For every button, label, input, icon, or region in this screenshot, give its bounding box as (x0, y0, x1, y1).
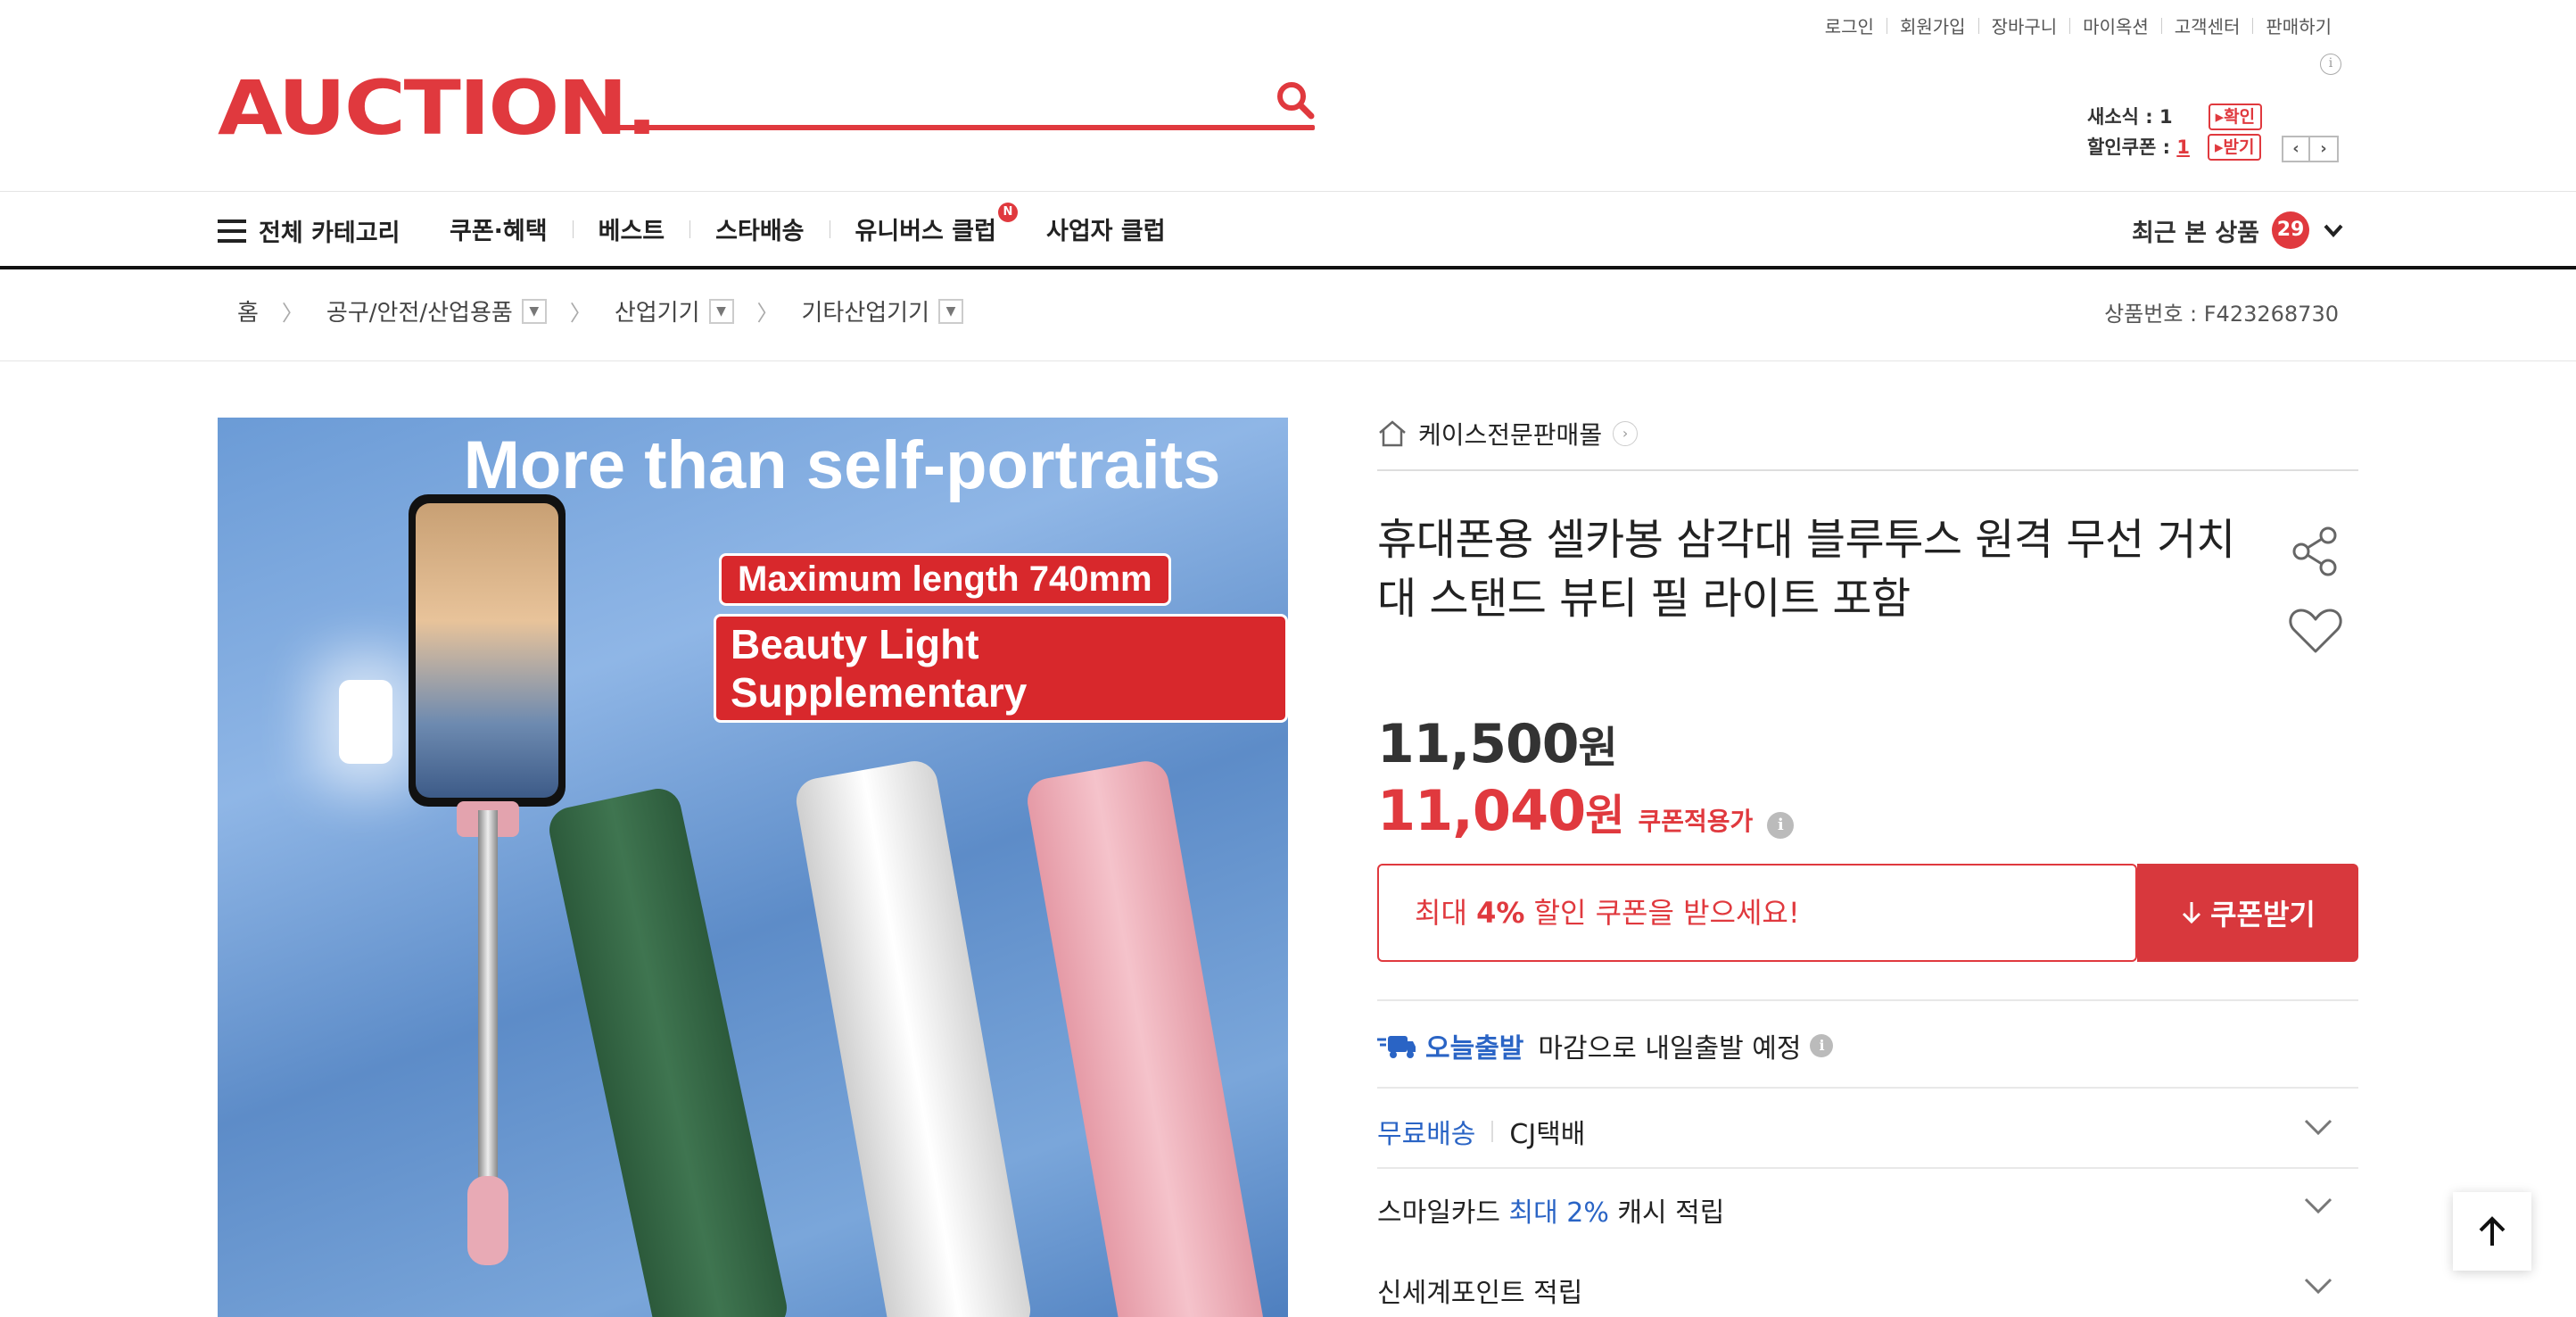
courier-name: CJ택배 (1509, 1119, 1586, 1150)
shop-name: 케이스전문판매몰 (1418, 420, 1603, 450)
smile-card-text: 스마일카드 최대 2% 캐시 적립 (1377, 1197, 1725, 1229)
breadcrumb: 홈 〉 공구/안전/산업용품 ▼ 〉 산업기기 ▼ 〉 기타산업기기 ▼ (237, 294, 964, 327)
cart-link[interactable]: 장바구니 (1979, 12, 2070, 38)
download-icon (2183, 902, 2201, 924)
image-headline: More than self-portraits (463, 427, 1221, 503)
smile-card-row[interactable]: 스마일카드 최대 2% 캐시 적립 (1377, 1190, 2358, 1230)
info-icon[interactable]: i (1767, 812, 1795, 839)
breadcrumb-home[interactable]: 홈 (237, 294, 259, 327)
news-row: 새소식 : 1 ▸확인 (2087, 102, 2263, 132)
pink-selfie-stick (1023, 758, 1267, 1317)
nav-item-coupon[interactable]: 쿠폰·혜택 (450, 211, 573, 246)
white-selfie-stick (792, 758, 1035, 1317)
nav-item-universe-club[interactable]: 유니버스 클럽 N (830, 203, 1021, 246)
shop-link[interactable]: 케이스전문판매몰 › (1377, 416, 1639, 451)
coupon-applied-label: 쿠폰적용가 (1638, 807, 1754, 836)
tripod-joint (467, 1176, 508, 1265)
arrow-up-icon (2479, 1216, 2506, 1246)
nav-menu: 쿠폰·혜택 베스트 스타배송 유니버스 클럽 N 사업자 클럽 (450, 203, 1191, 246)
nav-item-best[interactable]: 베스트 (574, 211, 690, 246)
recent-label: 최근 본 상품 (2132, 219, 2259, 247)
divider (1377, 469, 2358, 471)
customer-center-link[interactable]: 고객센터 (2162, 12, 2253, 38)
shinsegae-point-row[interactable]: 신세계포인트 적립 (1377, 1271, 2358, 1310)
heart-icon[interactable] (2287, 603, 2344, 657)
auction-logo[interactable]: AUCTION. (218, 68, 657, 148)
search-icon[interactable] (1274, 79, 1317, 121)
selfie-pole (478, 810, 498, 1238)
info-icon[interactable]: i (2320, 54, 2341, 75)
next-arrow-icon[interactable]: › (2310, 136, 2339, 162)
chevron-right-icon: 〉 (756, 301, 779, 326)
notification-box: 새소식 : 1 ▸확인 할인쿠폰 : 1 ▸받기 (2087, 102, 2263, 162)
product-image[interactable]: More than self-portraits Maximum length … (218, 418, 1288, 1317)
divider (0, 360, 2576, 361)
utility-links: 로그인 회원가입 장바구니 마이옥션 고객센터 판매하기 (1812, 12, 2344, 38)
chevron-down-icon (2324, 224, 2343, 237)
coupon-receive-button[interactable]: ▸받기 (2207, 134, 2262, 161)
truck-icon (1377, 1036, 1416, 1058)
chevron-down-icon (2304, 1197, 2332, 1214)
coupon-download-button[interactable]: 쿠폰받기 (2137, 864, 2358, 962)
phone-illustration (409, 494, 566, 807)
sell-link[interactable]: 판매하기 (2253, 12, 2344, 38)
sale-price: 11,040원 쿠폰적용가 i (1377, 778, 1795, 843)
chevron-down-icon (2304, 1278, 2332, 1295)
hamburger-icon (218, 219, 246, 243)
chevron-down-icon[interactable]: ▼ (708, 298, 734, 324)
all-category-label: 전체 카테고리 (259, 220, 400, 247)
shinsegae-point-text: 신세계포인트 적립 (1377, 1278, 1583, 1309)
news-confirm-button[interactable]: ▸확인 (2208, 104, 2263, 130)
scroll-to-top-button[interactable] (2453, 1192, 2531, 1271)
recent-count-badge: 29 (2272, 211, 2309, 249)
divider (1491, 1121, 1494, 1142)
free-shipping-label: 무료배송 (1377, 1119, 1476, 1150)
sale-price-value: 11,040원 (1377, 778, 1624, 843)
product-number: 상품번호 : F423268730 (2104, 302, 2339, 327)
nav-item-star-delivery[interactable]: 스타배송 (690, 211, 829, 246)
my-auction-link[interactable]: 마이옥션 (2070, 12, 2161, 38)
coupon-row: 할인쿠폰 : 1 ▸받기 (2087, 132, 2262, 162)
coupon-message: 최대 4% 할인 쿠폰을 받으세요! (1377, 864, 2137, 962)
breadcrumb-level-1[interactable]: 공구/안전/산업용품 (326, 294, 513, 327)
breadcrumb-level-2[interactable]: 산업기기 (615, 294, 700, 327)
share-icon[interactable] (2287, 525, 2344, 578)
chevron-down-icon (2304, 1119, 2332, 1136)
breadcrumb-level-3[interactable]: 기타산업기기 (802, 294, 930, 327)
today-delivery-text: 마감으로 내일출발 예정 (1538, 1033, 1802, 1064)
info-icon[interactable]: i (1810, 1034, 1834, 1057)
today-delivery-label: 오늘출발 (1425, 1033, 1524, 1064)
coupon-label: 할인쿠폰 : 1 (2087, 137, 2190, 158)
chevron-down-icon[interactable]: ▼ (938, 298, 964, 324)
image-pill-light: Beauty Light Supplementary (714, 614, 1288, 723)
main-nav: 전체 카테고리 쿠폰·혜택 베스트 스타배송 유니버스 클럽 N 사업자 클럽 최… (0, 191, 2576, 269)
news-pager: ‹ › (2282, 136, 2339, 162)
all-category-button[interactable]: 전체 카테고리 (218, 213, 400, 248)
news-label: 새소식 : 1 (2087, 106, 2173, 128)
recent-products-button[interactable]: 최근 본 상품 29 (2132, 211, 2345, 249)
divider (1377, 1087, 2358, 1089)
home-icon (1379, 420, 1406, 447)
product-title: 휴대폰용 셀카봉 삼각대 블루투스 원격 무선 거치대 스탠드 뷰티 필 라이트… (1377, 515, 2235, 624)
original-price: 11,500원 (1377, 713, 1618, 775)
beauty-light (339, 680, 392, 764)
new-badge: N (997, 203, 1018, 222)
shipping-row[interactable]: 무료배송 CJ택배 (1377, 1112, 2358, 1151)
today-delivery-row: 오늘출발 마감으로 내일출발 예정 i (1377, 1026, 2358, 1065)
chevron-right-icon: 〉 (281, 301, 303, 326)
signup-link[interactable]: 회원가입 (1887, 12, 1978, 38)
green-selfie-stick (545, 784, 791, 1317)
image-pill-length: Maximum length 740mm (719, 553, 1171, 606)
login-link[interactable]: 로그인 (1812, 12, 1887, 38)
divider (1377, 999, 2358, 1001)
chevron-down-icon[interactable]: ▼ (521, 298, 547, 324)
prev-arrow-icon[interactable]: ‹ (2282, 136, 2310, 162)
search-input[interactable] (601, 125, 1315, 130)
divider (1377, 1167, 2358, 1169)
chevron-right-icon: › (1613, 421, 1639, 446)
chevron-right-icon: 〉 (569, 301, 591, 326)
nav-item-business-club[interactable]: 사업자 클럽 (1021, 211, 1191, 246)
